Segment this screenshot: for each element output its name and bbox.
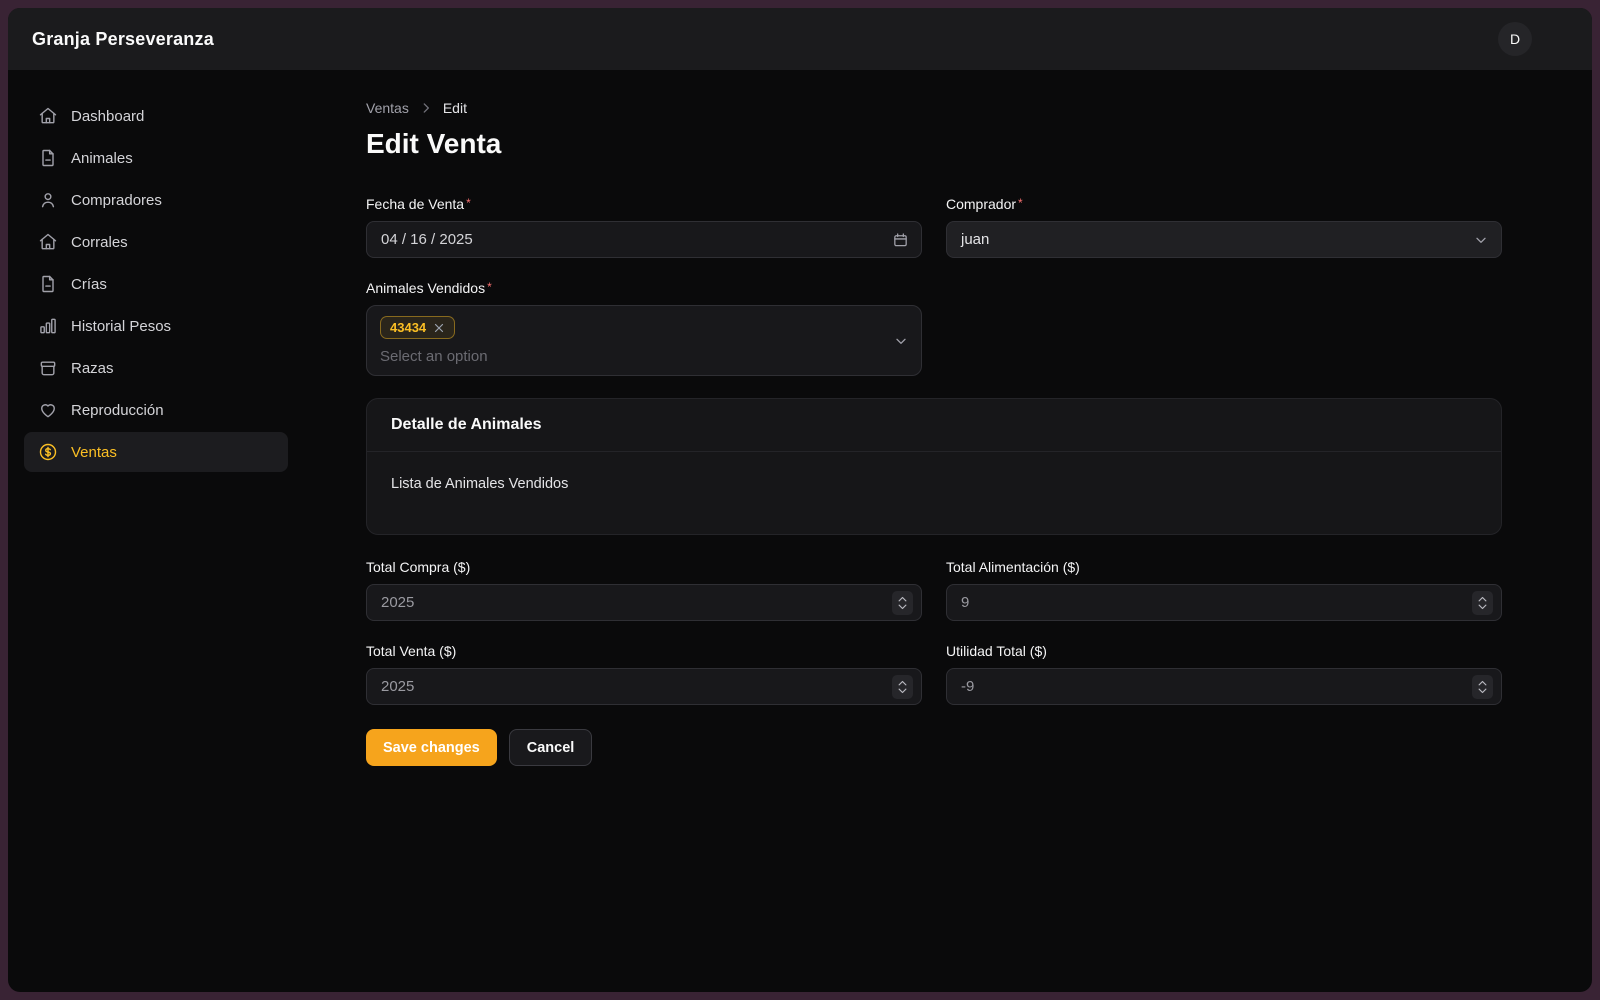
total-compra-label: Total Compra ($) bbox=[366, 559, 922, 575]
cancel-button[interactable]: Cancel bbox=[509, 729, 593, 766]
comprador-select[interactable]: juan bbox=[946, 221, 1502, 258]
multiselect-placeholder: Select an option bbox=[380, 348, 881, 365]
dollar-circle-icon bbox=[38, 442, 58, 462]
sidebar-item-label: Reproducción bbox=[71, 402, 164, 419]
file-icon bbox=[38, 274, 58, 294]
sidebar-item-label: Corrales bbox=[71, 234, 128, 251]
total-alimentacion-input[interactable] bbox=[961, 594, 1487, 611]
sidebar-item-razas[interactable]: Razas bbox=[24, 348, 288, 388]
home-icon bbox=[38, 232, 58, 252]
page-title: Edit Venta bbox=[366, 128, 1592, 160]
archive-icon bbox=[38, 358, 58, 378]
sidebar-item-label: Compradores bbox=[71, 192, 162, 209]
sidebar-item-ventas[interactable]: Ventas bbox=[24, 432, 288, 472]
card-body-text: Lista de Animales Vendidos bbox=[391, 476, 568, 492]
sidebar-item-label: Razas bbox=[71, 360, 114, 377]
animales-vendidos-field: Animales Vendidos* 43434 Select an optio… bbox=[366, 280, 922, 376]
fecha-venta-control bbox=[366, 221, 922, 258]
total-venta-field: Total Venta ($) bbox=[366, 643, 922, 705]
utilidad-total-field: Utilidad Total ($) bbox=[946, 643, 1502, 705]
user-avatar[interactable]: D bbox=[1498, 22, 1532, 56]
top-bar: Granja Perseveranza D bbox=[8, 8, 1592, 70]
breadcrumb-current: Edit bbox=[443, 100, 467, 116]
total-alimentacion-control bbox=[946, 584, 1502, 621]
required-marker: * bbox=[487, 280, 492, 294]
sidebar-item-reproduccion[interactable]: Reproducción bbox=[24, 390, 288, 430]
number-stepper[interactable] bbox=[1472, 675, 1493, 699]
detalle-animales-card: Detalle de Animales Lista de Animales Ve… bbox=[366, 398, 1502, 535]
user-icon bbox=[38, 190, 58, 210]
sidebar: Dashboard Animales Compradores Corrales … bbox=[8, 70, 308, 992]
number-stepper[interactable] bbox=[892, 675, 913, 699]
form-actions: Save changes Cancel bbox=[366, 729, 1502, 766]
required-marker: * bbox=[1018, 196, 1023, 210]
sidebar-item-label: Animales bbox=[71, 150, 133, 167]
animales-vendidos-multiselect[interactable]: 43434 Select an option bbox=[366, 305, 922, 376]
heart-icon bbox=[38, 400, 58, 420]
sidebar-item-historial-pesos[interactable]: Historial Pesos bbox=[24, 306, 288, 346]
total-alimentacion-field: Total Alimentación ($) bbox=[946, 559, 1502, 621]
total-venta-input[interactable] bbox=[381, 678, 907, 695]
sidebar-item-dashboard[interactable]: Dashboard bbox=[24, 96, 288, 136]
total-compra-control bbox=[366, 584, 922, 621]
sidebar-item-label: Ventas bbox=[71, 444, 117, 461]
animales-vendidos-label: Animales Vendidos* bbox=[366, 280, 922, 296]
sidebar-item-label: Crías bbox=[71, 276, 107, 293]
fecha-venta-input[interactable] bbox=[381, 231, 907, 248]
required-marker: * bbox=[466, 196, 471, 210]
utilidad-total-input[interactable] bbox=[961, 678, 1487, 695]
comprador-selected-value: juan bbox=[961, 231, 989, 248]
sidebar-item-animales[interactable]: Animales bbox=[24, 138, 288, 178]
fecha-venta-label: Fecha de Venta* bbox=[366, 196, 922, 212]
sidebar-item-crias[interactable]: Crías bbox=[24, 264, 288, 304]
number-stepper[interactable] bbox=[1472, 591, 1493, 615]
calendar-icon[interactable] bbox=[892, 231, 909, 248]
chevron-right-icon bbox=[419, 101, 433, 115]
bar-chart-icon bbox=[38, 316, 58, 336]
comprador-label: Comprador* bbox=[946, 196, 1502, 212]
total-alimentacion-label: Total Alimentación ($) bbox=[946, 559, 1502, 575]
total-compra-field: Total Compra ($) bbox=[366, 559, 922, 621]
remove-tag-icon[interactable] bbox=[433, 322, 445, 334]
total-compra-input[interactable] bbox=[381, 594, 907, 611]
save-button[interactable]: Save changes bbox=[366, 729, 497, 766]
edit-venta-form: Fecha de Venta* Comprador* juan bbox=[366, 196, 1502, 766]
total-venta-control bbox=[366, 668, 922, 705]
chevron-down-icon bbox=[893, 333, 909, 349]
home-icon bbox=[38, 106, 58, 126]
card-body: Lista de Animales Vendidos bbox=[367, 452, 1501, 534]
tag-label: 43434 bbox=[390, 320, 426, 335]
card-header: Detalle de Animales bbox=[367, 399, 1501, 452]
app-window: Granja Perseveranza D Dashboard Animales… bbox=[8, 8, 1592, 992]
selected-animal-tag: 43434 bbox=[380, 316, 455, 339]
main-content: Ventas Edit Edit Venta Fecha de Venta* bbox=[308, 70, 1592, 992]
file-icon bbox=[38, 148, 58, 168]
breadcrumb: Ventas Edit bbox=[366, 100, 1592, 116]
comprador-field: Comprador* juan bbox=[946, 196, 1502, 258]
fecha-venta-field: Fecha de Venta* bbox=[366, 196, 922, 258]
number-stepper[interactable] bbox=[892, 591, 913, 615]
breadcrumb-ventas-link[interactable]: Ventas bbox=[366, 100, 409, 116]
sidebar-item-compradores[interactable]: Compradores bbox=[24, 180, 288, 220]
chevron-down-icon bbox=[1473, 232, 1489, 248]
app-title: Granja Perseveranza bbox=[32, 29, 214, 50]
card-title: Detalle de Animales bbox=[391, 416, 1477, 434]
sidebar-item-label: Dashboard bbox=[71, 108, 144, 125]
utilidad-total-label: Utilidad Total ($) bbox=[946, 643, 1502, 659]
sidebar-item-corrales[interactable]: Corrales bbox=[24, 222, 288, 262]
sidebar-item-label: Historial Pesos bbox=[71, 318, 171, 335]
utilidad-total-control bbox=[946, 668, 1502, 705]
total-venta-label: Total Venta ($) bbox=[366, 643, 922, 659]
